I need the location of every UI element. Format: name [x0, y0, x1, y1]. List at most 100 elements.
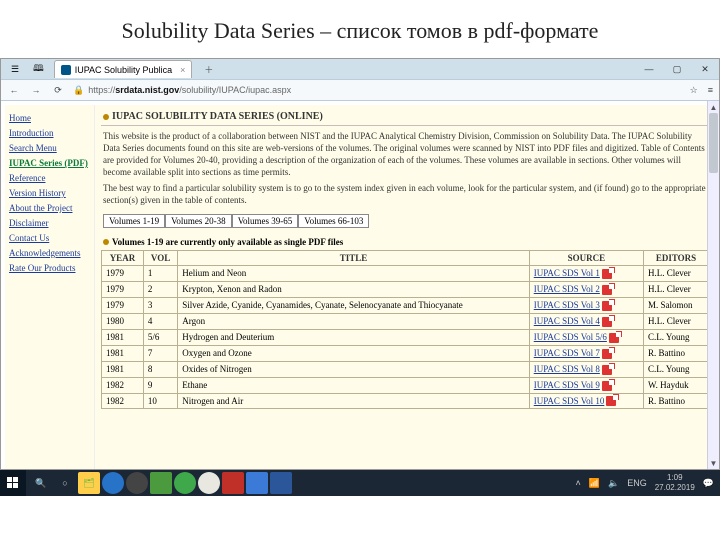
pdf-link[interactable]: IUPAC SDS Vol 9 — [534, 380, 600, 390]
intro-text: This website is the product of a collabo… — [101, 126, 709, 212]
cell-source: IUPAC SDS Vol 10 — [529, 393, 643, 409]
cell-vol: 1 — [143, 266, 177, 282]
favorite-icon[interactable]: ☆ — [690, 85, 698, 96]
scroll-down-icon[interactable]: ▼ — [708, 457, 719, 469]
app-icon-2[interactable] — [174, 472, 196, 494]
sidebar-item[interactable]: Disclaimer — [9, 216, 90, 231]
titlebar: ☰ 🕮 IUPAC Solubility Publica × ＋ — ▢ ✕ — [1, 59, 719, 79]
sidebar-toggle-icon[interactable]: ☰ — [7, 64, 23, 75]
table-row: 19817Oxygen and OzoneIUPAC SDS Vol 7R. B… — [102, 345, 709, 361]
column-header: SOURCE — [529, 251, 643, 266]
settings-icon[interactable] — [126, 472, 148, 494]
reading-list-icon[interactable]: 🕮 — [29, 61, 48, 77]
pdf-link[interactable]: IUPAC SDS Vol 1 — [534, 268, 600, 278]
table-row: 19793Silver Azide, Cyanide, Cyanamides, … — [102, 297, 709, 313]
pdf-icon — [602, 317, 612, 327]
pdf-link[interactable]: IUPAC SDS Vol 10 — [534, 396, 605, 406]
volume-range-tab[interactable]: Volumes 20-38 — [165, 214, 232, 228]
language-indicator[interactable]: ENG — [627, 478, 647, 488]
yandex-icon[interactable] — [198, 472, 220, 494]
volume-range-tab[interactable]: Volumes 66-103 — [298, 214, 369, 228]
system-tray: ˄ 📶 🔈 ENG 1:09 27.02.2019 💬 — [570, 473, 720, 493]
pdf-link[interactable]: IUPAC SDS Vol 3 — [534, 300, 600, 310]
pdf-link[interactable]: IUPAC SDS Vol 4 — [534, 316, 600, 326]
volume-range-tab[interactable]: Volumes 1-19 — [103, 214, 165, 228]
cell-year: 1981 — [102, 345, 144, 361]
cell-source: IUPAC SDS Vol 9 — [529, 377, 643, 393]
cortana-icon[interactable]: ○ — [54, 472, 76, 494]
cell-title: Oxides of Nitrogen — [178, 361, 529, 377]
cell-editors: H.L. Clever — [644, 266, 709, 282]
app-icon-3[interactable] — [222, 472, 244, 494]
app-icon-4[interactable] — [246, 472, 268, 494]
volume-icon[interactable]: 🔈 — [608, 478, 619, 489]
cell-vol: 3 — [143, 297, 177, 313]
sidebar-item[interactable]: Contact Us — [9, 231, 90, 246]
tab-favicon — [61, 65, 71, 75]
scroll-thumb[interactable] — [709, 113, 718, 173]
url-field[interactable]: 🔒 https://srdata.nist.gov/solubility/IUP… — [73, 85, 682, 96]
cell-source: IUPAC SDS Vol 4 — [529, 313, 643, 329]
tray-chevron-icon[interactable]: ˄ — [576, 478, 581, 488]
sidebar-item[interactable]: Version History — [9, 186, 90, 201]
table-row: 19804ArgonIUPAC SDS Vol 4H.L. Clever — [102, 313, 709, 329]
cell-vol: 2 — [143, 281, 177, 297]
pdf-link[interactable]: IUPAC SDS Vol 2 — [534, 284, 600, 294]
notification-icon[interactable]: 💬 — [703, 478, 714, 489]
new-tab-button[interactable]: ＋ — [198, 63, 219, 76]
cell-year: 1979 — [102, 281, 144, 297]
volume-range-tab[interactable]: Volumes 39-65 — [232, 214, 299, 228]
tab-active[interactable]: IUPAC Solubility Publica × — [54, 60, 193, 78]
close-button[interactable]: ✕ — [691, 59, 719, 79]
app-icon-1[interactable] — [150, 472, 172, 494]
cell-source: IUPAC SDS Vol 7 — [529, 345, 643, 361]
column-header: VOL — [143, 251, 177, 266]
pdf-icon — [602, 381, 612, 391]
pdf-link[interactable]: IUPAC SDS Vol 8 — [534, 364, 600, 374]
cell-title: Silver Azide, Cyanide, Cyanamides, Cyana… — [178, 297, 529, 313]
browser-window: ☰ 🕮 IUPAC Solubility Publica × ＋ — ▢ ✕ ←… — [0, 58, 720, 470]
volume-tabs: Volumes 1-19Volumes 20-38Volumes 39-65Vo… — [103, 214, 709, 228]
address-bar: ← → ⟳ 🔒 https://srdata.nist.gov/solubili… — [1, 79, 719, 101]
sidebar-item[interactable]: Home — [9, 111, 90, 126]
column-header: EDITORS — [644, 251, 709, 266]
cell-title: Hydrogen and Deuterium — [178, 329, 529, 345]
bullet-icon — [103, 114, 109, 120]
sidebar-item[interactable]: Introduction — [9, 126, 90, 141]
cell-vol: 5/6 — [143, 329, 177, 345]
vertical-scrollbar[interactable]: ▲ ▼ — [707, 101, 719, 469]
file-explorer-icon[interactable]: 🗂 — [78, 472, 100, 494]
forward-button[interactable]: → — [29, 85, 43, 95]
cell-year: 1979 — [102, 266, 144, 282]
pdf-icon — [602, 301, 612, 311]
cell-source: IUPAC SDS Vol 8 — [529, 361, 643, 377]
pdf-link[interactable]: IUPAC SDS Vol 7 — [534, 348, 600, 358]
sidebar-item[interactable]: About the Project — [9, 201, 90, 216]
back-button[interactable]: ← — [7, 85, 21, 95]
edge-icon[interactable] — [102, 472, 124, 494]
wifi-icon[interactable]: 📶 — [589, 478, 600, 489]
cell-vol: 9 — [143, 377, 177, 393]
maximize-button[interactable]: ▢ — [663, 59, 691, 79]
volumes-table: YEARVOLTITLESOURCEEDITORS 19791Helium an… — [101, 250, 709, 409]
sidebar-item[interactable]: IUPAC Series (PDF) — [9, 156, 90, 171]
sidebar-item[interactable]: Rate Our Products — [9, 261, 90, 276]
start-button[interactable] — [0, 470, 26, 496]
clock[interactable]: 1:09 27.02.2019 — [655, 473, 695, 493]
reload-button[interactable]: ⟳ — [51, 85, 65, 96]
menu-icon[interactable]: ≡ — [708, 85, 713, 96]
taskbar: 🔍 ○ 🗂 ˄ 📶 🔈 ENG 1:09 27.02.2019 💬 — [0, 470, 720, 496]
pdf-link[interactable]: IUPAC SDS Vol 5/6 — [534, 332, 607, 342]
search-icon[interactable]: 🔍 — [30, 472, 52, 494]
scroll-up-icon[interactable]: ▲ — [708, 101, 719, 113]
minimize-button[interactable]: — — [635, 59, 663, 79]
sidebar-item[interactable]: Search Menu — [9, 141, 90, 156]
sidebar-item[interactable]: Reference — [9, 171, 90, 186]
sidebar-nav: HomeIntroductionSearch MenuIUPAC Series … — [5, 105, 95, 469]
cell-title: Argon — [178, 313, 529, 329]
tab-close-icon[interactable]: × — [180, 65, 185, 75]
sidebar-item[interactable]: Acknowledgements — [9, 246, 90, 261]
cell-vol: 10 — [143, 393, 177, 409]
word-icon[interactable] — [270, 472, 292, 494]
cell-editors: R. Battino — [644, 345, 709, 361]
